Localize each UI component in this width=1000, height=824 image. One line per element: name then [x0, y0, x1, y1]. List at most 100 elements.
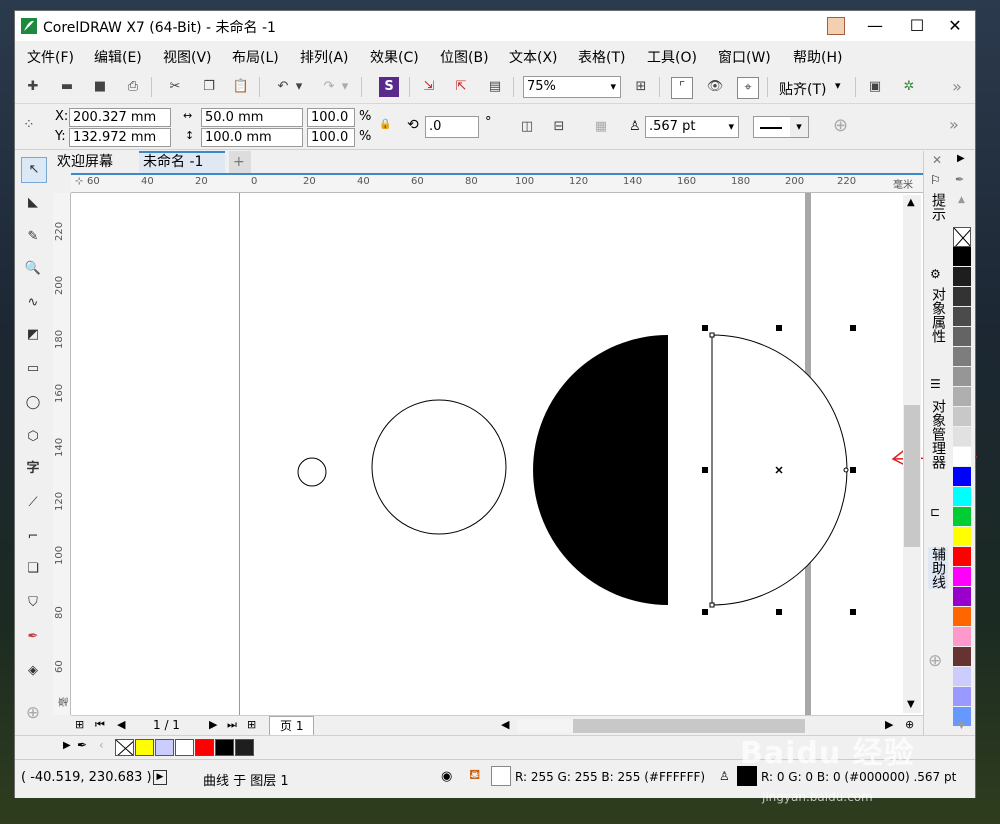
new-tab-button[interactable]: +: [229, 151, 251, 173]
cut-icon[interactable]: ✂: [165, 77, 185, 97]
connector-tool-icon[interactable]: ⌐: [21, 525, 45, 549]
minimize-button[interactable]: —: [855, 11, 895, 41]
palette-swatch[interactable]: [953, 567, 971, 587]
drop-shadow-tool-icon[interactable]: ❏: [21, 557, 45, 581]
text-tool-icon[interactable]: 字: [21, 457, 45, 481]
palette-swatch[interactable]: [953, 487, 971, 507]
vertical-scrollbar[interactable]: ▲ ▼: [903, 195, 921, 713]
add-preset-icon[interactable]: ⊕: [833, 115, 848, 136]
menu-bitmaps[interactable]: 位图(B): [440, 47, 489, 67]
zoom-tool-icon[interactable]: 🔍: [21, 257, 45, 281]
new-document-icon[interactable]: ✚: [23, 77, 43, 97]
toolbar-more-button[interactable]: »: [947, 77, 967, 97]
eyedropper-icon[interactable]: ✒: [955, 173, 964, 186]
page-add-after-icon[interactable]: ⊞: [247, 718, 256, 731]
paste-icon[interactable]: 📋: [231, 77, 251, 97]
page-tab-1[interactable]: 页 1: [269, 716, 315, 737]
menu-layout[interactable]: 布局(L): [232, 47, 279, 67]
selection-handle[interactable]: [850, 325, 856, 331]
no-color-swatch[interactable]: [953, 227, 971, 247]
eyedropper-icon[interactable]: ✒: [77, 738, 87, 752]
palette-swatch[interactable]: [953, 507, 971, 527]
document-palette-swatch[interactable]: [195, 739, 214, 756]
selection-handle[interactable]: [776, 609, 782, 615]
snap-to-button[interactable]: 贴齐(T): [779, 79, 826, 99]
full-screen-preview-icon[interactable]: ⊞: [631, 77, 651, 97]
page-add-before-icon[interactable]: ⊞: [75, 718, 84, 731]
docker-tab-guidelines[interactable]: 辅助线: [928, 547, 948, 589]
vertical-scroll-thumb[interactable]: [904, 405, 920, 547]
selection-handle[interactable]: [702, 609, 708, 615]
scale-x-field[interactable]: 100.0: [307, 108, 355, 127]
node-handle[interactable]: [843, 467, 849, 473]
propbar-more-button[interactable]: »: [949, 115, 959, 134]
palette-swatch[interactable]: [953, 427, 971, 447]
selection-handle[interactable]: [850, 609, 856, 615]
mirror-horizontal-icon[interactable]: ◫: [517, 117, 537, 137]
y-position-field[interactable]: 132.972 mm: [69, 128, 171, 147]
palette-scroll-up-icon[interactable]: ▲: [958, 195, 965, 205]
user-icon[interactable]: [827, 17, 845, 35]
redo-icon[interactable]: ↷: [319, 77, 339, 97]
tab-document[interactable]: 未命名 -1: [139, 151, 225, 173]
open-folder-icon[interactable]: ▬: [57, 77, 77, 97]
fill-bucket-icon[interactable]: ⛾: [469, 767, 480, 785]
menu-effects[interactable]: 效果(C): [370, 47, 419, 67]
object-origin-icon[interactable]: ⁘: [23, 117, 35, 133]
mirror-vertical-icon[interactable]: ⊟: [549, 117, 569, 137]
palette-swatch[interactable]: [953, 407, 971, 427]
palette-swatch[interactable]: [953, 587, 971, 607]
crop-tool-icon[interactable]: ✎: [21, 225, 45, 249]
wrap-text-icon[interactable]: ▦: [591, 117, 611, 137]
doc-palette-menu-icon[interactable]: ▶: [63, 740, 71, 751]
vertical-ruler[interactable]: 220 200 180 160 140 120 100 80 60 毫米: [53, 193, 85, 715]
chevron-down-icon[interactable]: ▾: [835, 79, 841, 92]
palette-swatch[interactable]: [953, 347, 971, 367]
import-icon[interactable]: ⇲: [419, 77, 439, 97]
docker-tab-object-properties[interactable]: 对象属性: [928, 287, 948, 343]
palette-swatch[interactable]: [953, 287, 971, 307]
shape-tool-icon[interactable]: ◣: [21, 191, 45, 215]
menu-edit[interactable]: 编辑(E): [94, 47, 142, 67]
palette-swatch[interactable]: [953, 447, 971, 467]
palette-swatch[interactable]: [953, 467, 971, 487]
previous-page-icon[interactable]: ◀: [117, 718, 125, 731]
save-icon[interactable]: ■: [90, 77, 110, 97]
menu-text[interactable]: 文本(X): [509, 47, 558, 67]
document-palette-swatch[interactable]: [235, 739, 254, 756]
selection-handle[interactable]: [702, 467, 708, 473]
drawing-canvas[interactable]: [71, 193, 923, 715]
node-handle[interactable]: [709, 332, 715, 338]
menu-view[interactable]: 视图(V): [163, 47, 212, 67]
polygon-tool-icon[interactable]: ⬡: [21, 425, 45, 449]
print-icon[interactable]: ⎙: [123, 77, 143, 97]
menu-file[interactable]: 文件(F): [27, 47, 74, 67]
lock-ratio-icon[interactable]: 🔒: [379, 119, 391, 130]
options-icon[interactable]: ▣: [865, 77, 885, 97]
first-page-icon[interactable]: ⏮: [95, 718, 105, 732]
application-launcher-icon[interactable]: ✲: [899, 77, 919, 97]
palette-swatch[interactable]: [953, 547, 971, 567]
scroll-up-icon[interactable]: ▲: [907, 197, 915, 208]
scale-y-field[interactable]: 100.0: [307, 128, 355, 147]
publish-pdf-icon[interactable]: ▤: [485, 77, 505, 97]
height-field[interactable]: 100.0 mm: [201, 128, 303, 147]
fill-color-swatch[interactable]: [491, 766, 511, 786]
copy-icon[interactable]: ❐: [199, 77, 219, 97]
menu-tools[interactable]: 工具(O): [647, 47, 697, 67]
outline-pen-icon[interactable]: ♙: [719, 769, 730, 783]
smart-fill-tool-icon[interactable]: ◩: [21, 323, 45, 347]
dimension-tool-icon[interactable]: ⟋: [21, 491, 45, 515]
palette-swatch[interactable]: [953, 527, 971, 547]
menu-window[interactable]: 窗口(W): [718, 47, 771, 67]
zoom-level-select[interactable]: 75% ▾: [523, 76, 621, 98]
palette-scroll-down-icon[interactable]: ▼: [958, 721, 965, 731]
color-proof-icon[interactable]: ◉: [441, 769, 452, 784]
palette-swatch[interactable]: [953, 607, 971, 627]
palette-swatch[interactable]: [953, 307, 971, 327]
document-palette-swatch[interactable]: [175, 739, 194, 756]
palette-swatch[interactable]: [953, 627, 971, 647]
selection-handle[interactable]: [702, 325, 708, 331]
play-icon[interactable]: ▶: [153, 770, 167, 785]
scroll-down-icon[interactable]: ▼: [907, 699, 915, 710]
